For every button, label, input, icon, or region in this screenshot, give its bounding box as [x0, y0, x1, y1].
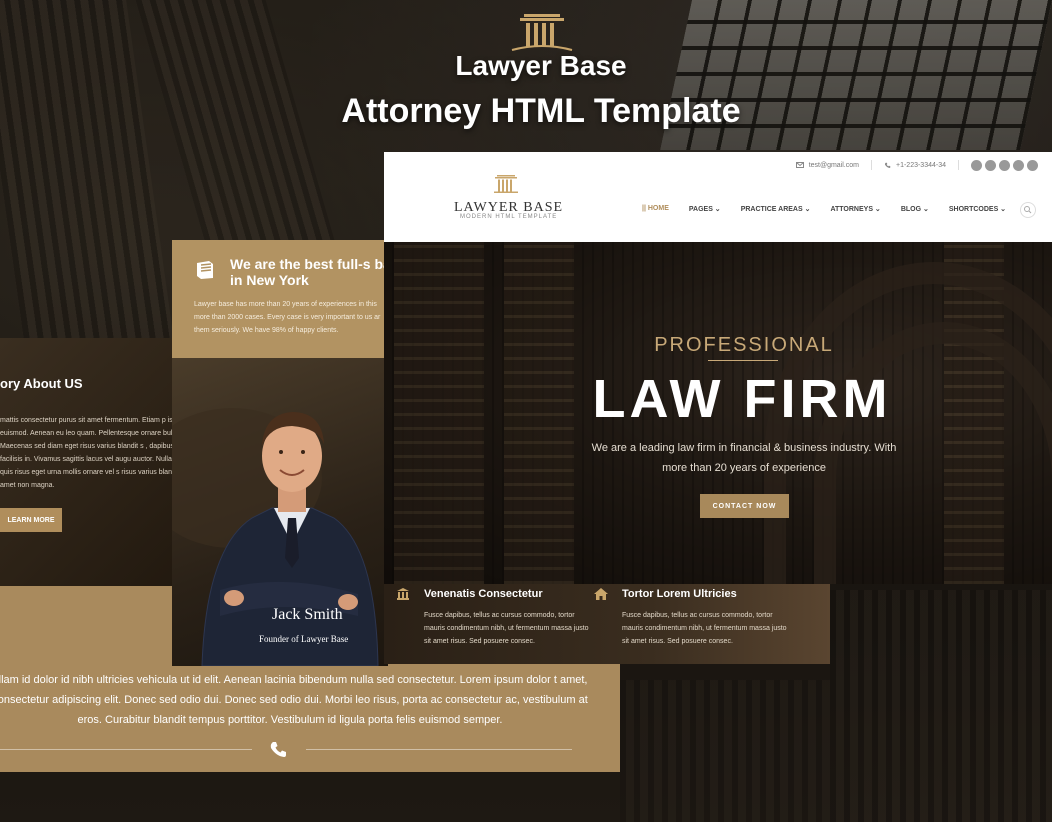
story-body: mattis consectetur purus sit amet fermen…: [0, 417, 176, 489]
flickr-icon[interactable]: [985, 159, 996, 171]
features-strip: Venenatis Consectetur Fusce dapibus, tel…: [384, 584, 830, 664]
facebook-icon[interactable]: [971, 159, 982, 171]
hero-kicker: PROFESSIONAL: [654, 334, 834, 356]
site-logo-icon[interactable]: [490, 174, 522, 194]
nav-attorneys[interactable]: ATTORNEYS ⌄: [830, 205, 880, 213]
attorney-role: Founder of Lawyer Base: [259, 634, 349, 644]
linkedin-icon[interactable]: [999, 159, 1010, 171]
phone-contact[interactable]: +1-223-3344-34: [884, 162, 946, 169]
site-brand-tagline: MODERN HTML TEMPLATE: [460, 214, 558, 220]
learn-more-button[interactable]: LEARN MORE: [0, 508, 62, 532]
site-header: test@gmail.com +1-223-3344-34 LAWYER BAS…: [384, 152, 1052, 242]
attorney-portrait-card: Jack Smith Founder of Lawyer Base: [172, 358, 388, 666]
nav-blog[interactable]: BLOG ⌄: [901, 205, 929, 213]
nav-practice-areas[interactable]: PRACTICE AREAS ⌄: [741, 205, 811, 213]
book-icon: [197, 261, 213, 279]
divider-line: [0, 749, 252, 750]
hero-lead: We are a leading law firm in financial &…: [591, 442, 897, 474]
kicker-underline: [708, 360, 778, 361]
hero-subtitle: Attorney HTML Template: [341, 92, 741, 130]
search-button[interactable]: [1020, 202, 1036, 218]
email-text: test@gmail.com: [808, 161, 859, 169]
phone-text: +1-223-3344-34: [895, 161, 946, 169]
nav-pages[interactable]: PAGES ⌄: [689, 205, 721, 213]
courthouse-icon: [397, 588, 409, 600]
website-preview: test@gmail.com +1-223-3344-34 LAWYER BAS…: [384, 152, 1052, 584]
best-heading: We are the best full-s based in New York: [230, 256, 388, 288]
attorney-name: Jack Smith: [272, 606, 343, 623]
main-nav: || HOME PAGES ⌄ PRACTICE AREAS ⌄ ATTORNE…: [642, 205, 1026, 213]
envelope-icon: [795, 162, 804, 168]
hero-banner: PROFESSIONAL LAW FIRM We are a leading l…: [384, 242, 1052, 584]
phone-icon[interactable]: [268, 740, 288, 760]
top-bar: test@gmail.com +1-223-3344-34: [795, 158, 1038, 172]
social-links: [971, 159, 1038, 171]
pinterest-icon[interactable]: [1013, 159, 1024, 171]
search-icon: [1024, 206, 1032, 214]
nav-home[interactable]: || HOME: [642, 205, 669, 213]
contact-now-button[interactable]: CONTACT NOW: [700, 494, 789, 518]
best-body: Lawyer base has more than 20 years of ex…: [194, 301, 381, 334]
home-icon: [594, 588, 608, 600]
hero-headline: LAW FIRM: [592, 369, 892, 429]
twitter-icon[interactable]: [1027, 159, 1038, 171]
courthouse-logo-icon: [511, 14, 573, 51]
divider-line: [306, 749, 572, 750]
best-firm-card: We are the best full-s based in New York…: [172, 240, 388, 358]
topbar-divider: [958, 160, 959, 170]
feature-body: Fusce dapibus, tellus ac cursus commodo,…: [622, 612, 787, 645]
nav-shortcodes[interactable]: SHORTCODES ⌄: [949, 205, 1006, 213]
phone-small-icon: [884, 162, 891, 168]
lower-paragraph: ullam id dolor id nibh ultricies vehicul…: [0, 674, 588, 726]
about-story-panel: ory About US mattis consectetur purus si…: [0, 338, 176, 586]
nav-label: HOME: [647, 205, 669, 212]
email-contact[interactable]: test@gmail.com: [795, 161, 859, 169]
feature-title: Tortor Lorem Ultricies: [622, 588, 737, 600]
feature-body: Fusce dapibus, tellus ac cursus commodo,…: [424, 612, 589, 645]
hero-title: Lawyer Base: [455, 50, 627, 81]
topbar-divider: [870, 160, 872, 170]
feature-title: Venenatis Consectetur: [424, 588, 543, 600]
story-heading: ory About US: [0, 376, 83, 391]
